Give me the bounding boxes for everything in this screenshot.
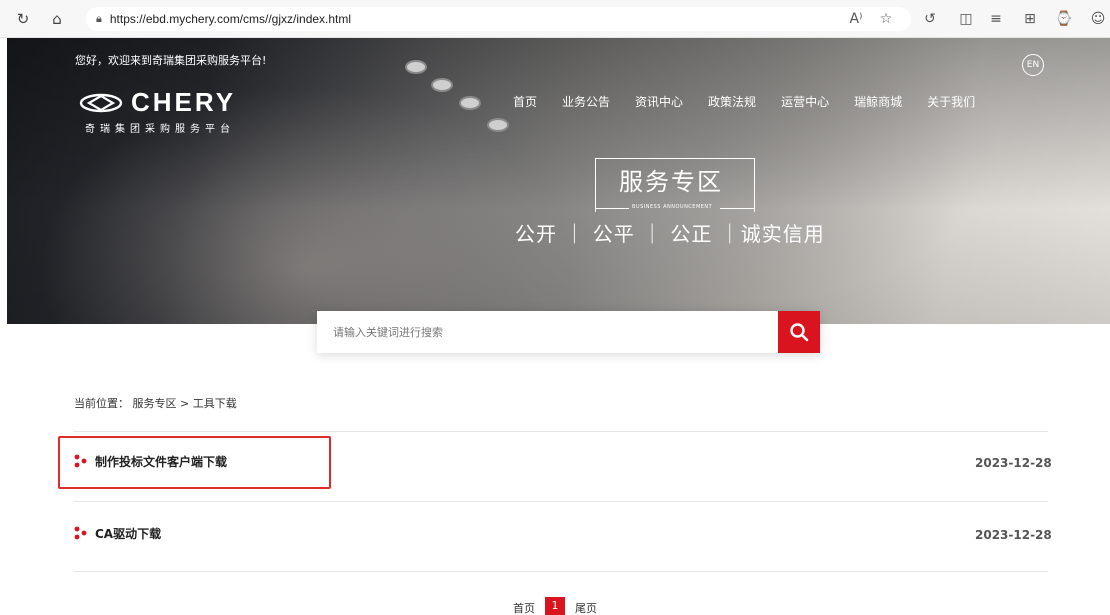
nav-operations-center[interactable]: 运营中心: [781, 93, 829, 110]
profile-icon[interactable]: ☺: [1088, 9, 1108, 29]
current-page[interactable]: 1: [545, 597, 565, 615]
list-divider: [74, 501, 1048, 502]
hero-subtitle: BUSINESS ANNOUNCEMENT: [632, 204, 713, 210]
pagination: 首页 1 尾页: [513, 597, 607, 615]
lock-icon[interactable]: 🔒︎: [96, 12, 102, 26]
hero-banner: 您好，欢迎来到奇瑞集团采购服务平台! EN CHERY 奇瑞集团采购服务平台 首…: [7, 38, 1110, 324]
favorites-list-icon[interactable]: ≡: [986, 9, 1006, 29]
dots-bullet-icon: [74, 526, 87, 540]
collections-icon[interactable]: ⊞: [1020, 9, 1040, 29]
refresh-icon[interactable]: ↻: [14, 10, 32, 28]
nav-business-announcement[interactable]: 业务公告: [562, 93, 610, 110]
nav-ruijing-mall[interactable]: 瑞鲸商城: [854, 93, 902, 110]
suit-button-decoration: [405, 60, 427, 74]
list-item-date: 2023-12-28: [975, 456, 1052, 470]
address-bar[interactable]: 🔒︎ https://ebd.mychery.com/cms//gjxz/ind…: [86, 7, 911, 31]
selection-highlight: [58, 436, 331, 489]
nav-home[interactable]: 首页: [513, 93, 537, 110]
chery-logo[interactable]: CHERY 奇瑞集团采购服务平台: [79, 87, 236, 135]
chery-emblem-icon: [79, 93, 123, 112]
favorite-star-icon[interactable]: ☆: [876, 9, 896, 29]
list-item-title[interactable]: CA驱动下载: [95, 525, 161, 542]
hero-title: 服务专区: [619, 168, 723, 196]
url-text[interactable]: https://ebd.mychery.com/cms//gjxz/index.…: [110, 12, 351, 26]
welcome-text: 您好，欢迎来到奇瑞集团采购服务平台!: [75, 54, 267, 67]
suit-button-decoration: [487, 118, 509, 132]
suit-button-decoration: [431, 78, 453, 92]
breadcrumb: 当前位置： 服务专区 > 工具下载: [74, 397, 237, 410]
last-page-link[interactable]: 尾页: [575, 600, 597, 615]
search-icon: [790, 323, 809, 342]
list-divider: [74, 431, 1048, 432]
suit-button-decoration: [459, 96, 481, 110]
read-aloud-icon[interactable]: A⁾: [846, 9, 866, 29]
main-navigation: 首页 业务公告 资讯中心 政策法规 运营中心 瑞鲸商城 关于我们: [513, 93, 1000, 110]
search-bar: [317, 311, 820, 353]
search-button[interactable]: [778, 311, 820, 353]
logo-subtitle: 奇瑞集团采购服务平台: [85, 124, 235, 135]
nav-news-center[interactable]: 资讯中心: [635, 93, 683, 110]
extension-icon[interactable]: ↺: [920, 9, 940, 29]
home-icon[interactable]: ⌂: [48, 10, 66, 28]
logo-wordmark: CHERY: [131, 87, 237, 117]
browser-toolbar: ↻ ⌂ 🔒︎ https://ebd.mychery.com/cms//gjxz…: [0, 0, 1110, 38]
hero-slogan: 公开 ｜ 公平 ｜ 公正 ｜诚实信用: [515, 222, 825, 246]
first-page-link[interactable]: 首页: [513, 600, 535, 615]
history-icon[interactable]: ⌚: [1054, 9, 1074, 29]
search-input[interactable]: [317, 311, 777, 353]
language-switch-button[interactable]: EN: [1022, 54, 1044, 76]
nav-about-us[interactable]: 关于我们: [927, 93, 975, 110]
nav-policies[interactable]: 政策法规: [708, 93, 756, 110]
list-item-date: 2023-12-28: [975, 528, 1052, 542]
list-divider: [74, 571, 1048, 572]
split-screen-icon[interactable]: ◫: [956, 9, 976, 29]
